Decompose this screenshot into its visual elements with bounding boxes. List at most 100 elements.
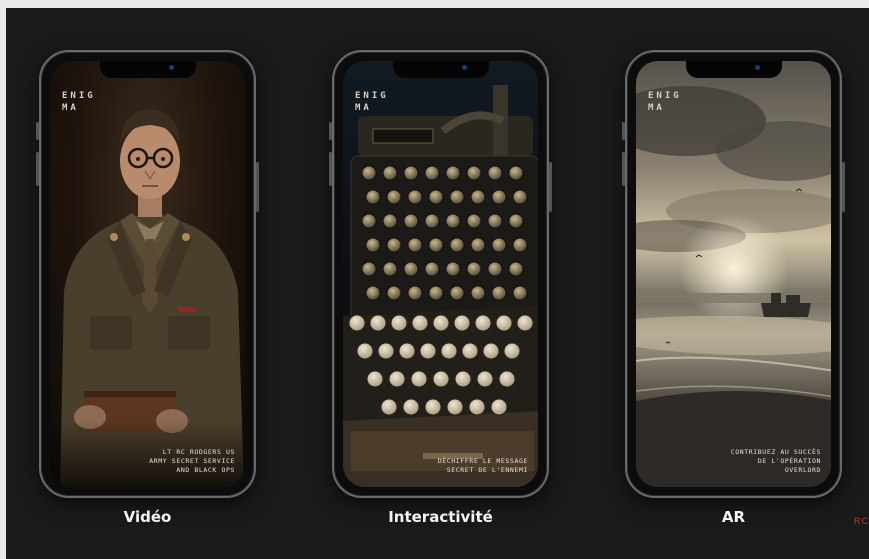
machine-lamp bbox=[428, 189, 444, 205]
machine-key bbox=[356, 342, 374, 360]
machine-key bbox=[446, 398, 464, 416]
ar-caption: CONTRIBUEZ AU SUCCÈS DE L'OPÉRATION OVER… bbox=[671, 448, 821, 475]
machine-key bbox=[390, 314, 408, 332]
machine-key bbox=[453, 314, 471, 332]
machine-lamp bbox=[470, 237, 486, 253]
machine-lamp bbox=[512, 285, 528, 301]
machine-key bbox=[490, 398, 508, 416]
machine-lamp bbox=[466, 261, 482, 277]
machine-key bbox=[377, 342, 395, 360]
machine-key bbox=[411, 314, 429, 332]
machine-key bbox=[410, 370, 428, 388]
machine-lamp bbox=[470, 285, 486, 301]
phone-power-button bbox=[549, 162, 552, 212]
machine-key bbox=[468, 398, 486, 416]
machine-lamp bbox=[382, 165, 398, 181]
machine-lamp bbox=[361, 165, 377, 181]
machine-lamp bbox=[512, 189, 528, 205]
enigma-logo: ENIGMA bbox=[62, 91, 96, 113]
machine-key bbox=[498, 370, 516, 388]
phone-volume-button bbox=[329, 152, 332, 186]
machine-key bbox=[516, 314, 534, 332]
caption-line: OVERLORD bbox=[784, 466, 821, 474]
machine-lamp bbox=[407, 237, 423, 253]
label-video: Vidéo bbox=[123, 508, 172, 526]
interactivity-caption: DÉCHIFFRE LE MESSAGE SECRET DE L'ENNEMI bbox=[378, 457, 528, 475]
beach-landing-illustration bbox=[636, 86, 831, 487]
machine-key bbox=[503, 342, 521, 360]
phone-side-button bbox=[36, 122, 39, 140]
machine-lamp bbox=[386, 189, 402, 205]
phone-volume-button bbox=[622, 152, 625, 186]
phone-power-button bbox=[256, 162, 259, 212]
machine-lamp bbox=[386, 285, 402, 301]
machine-lamp bbox=[466, 165, 482, 181]
machine-lamp bbox=[382, 213, 398, 229]
machine-lamp bbox=[445, 213, 461, 229]
phone-volume-button bbox=[36, 152, 39, 186]
phone-notch bbox=[685, 61, 782, 78]
phone-side-button bbox=[622, 122, 625, 140]
machine-lamp bbox=[361, 213, 377, 229]
camera-icon bbox=[168, 65, 174, 70]
machine-lamp bbox=[407, 285, 423, 301]
enigma-logo: ENIGMA bbox=[355, 91, 389, 113]
machine-lamp bbox=[386, 237, 402, 253]
machine-key bbox=[388, 370, 406, 388]
video-caption: LT RC RODGERS US ARMY SECRET SERVICE AND… bbox=[85, 448, 235, 475]
machine-key bbox=[482, 342, 500, 360]
machine-key bbox=[440, 342, 458, 360]
machine-lamp bbox=[470, 189, 486, 205]
machine-lamp bbox=[365, 237, 381, 253]
presentation-stage: ENIGMA LT RC RODGERS US ARMY SECRET SERV… bbox=[6, 8, 869, 559]
label-interactivity: Interactivité bbox=[388, 508, 493, 526]
camera-icon bbox=[461, 65, 467, 70]
machine-lamp bbox=[428, 237, 444, 253]
machine-lamp bbox=[449, 189, 465, 205]
enigma-logo: ENIGMA bbox=[648, 91, 682, 113]
machine-key bbox=[495, 314, 513, 332]
machine-lamp bbox=[487, 213, 503, 229]
machine-key bbox=[380, 398, 398, 416]
machine-key bbox=[432, 314, 450, 332]
machine-key bbox=[402, 398, 420, 416]
machine-key bbox=[432, 370, 450, 388]
machine-lamp bbox=[424, 165, 440, 181]
machine-key bbox=[474, 314, 492, 332]
caption-line: DE L'OPÉRATION bbox=[757, 457, 821, 465]
phone-notch bbox=[99, 61, 196, 78]
phone-screen-interactivity[interactable]: ENIGMA DÉCHIFFRE LE MESSAGE SECRET DE L'… bbox=[343, 61, 538, 487]
soldier-portrait-illustration bbox=[50, 109, 245, 487]
phone-screen-video[interactable]: ENIGMA LT RC RODGERS US ARMY SECRET SERV… bbox=[50, 61, 245, 487]
machine-key bbox=[398, 342, 416, 360]
machine-lamp bbox=[449, 285, 465, 301]
machine-lamp bbox=[365, 189, 381, 205]
machine-lamp bbox=[491, 285, 507, 301]
machine-lamp bbox=[445, 261, 461, 277]
machine-key bbox=[476, 370, 494, 388]
machine-key bbox=[419, 342, 437, 360]
phone-screen-ar[interactable]: ENIGMA CONTRIBUEZ AU SUCCÈS DE L'OPÉRATI… bbox=[636, 61, 831, 487]
phone-mockup-video: ENIGMA LT RC RODGERS US ARMY SECRET SERV… bbox=[36, 50, 259, 498]
machine-lamp bbox=[445, 165, 461, 181]
machine-lamp bbox=[428, 285, 444, 301]
machine-lamp bbox=[407, 189, 423, 205]
machine-lamp bbox=[487, 165, 503, 181]
machine-lamp bbox=[382, 261, 398, 277]
enigma-machine-illustration bbox=[343, 85, 538, 487]
machine-lamp bbox=[491, 237, 507, 253]
caption-line: DÉCHIFFRE LE MESSAGE bbox=[437, 457, 528, 465]
machine-lamp bbox=[361, 261, 377, 277]
phone-mockup-ar: ENIGMA CONTRIBUEZ AU SUCCÈS DE L'OPÉRATI… bbox=[622, 50, 845, 498]
phone-power-button bbox=[842, 162, 845, 212]
machine-lamp bbox=[449, 237, 465, 253]
machine-lamp bbox=[491, 189, 507, 205]
brand-corner-text: RC bbox=[854, 516, 869, 526]
machine-lamp bbox=[424, 261, 440, 277]
phone-notch bbox=[392, 61, 489, 78]
machine-lamp bbox=[424, 213, 440, 229]
label-ar: AR bbox=[721, 508, 746, 526]
machine-key bbox=[348, 314, 366, 332]
machine-key bbox=[424, 398, 442, 416]
camera-icon bbox=[754, 65, 760, 70]
